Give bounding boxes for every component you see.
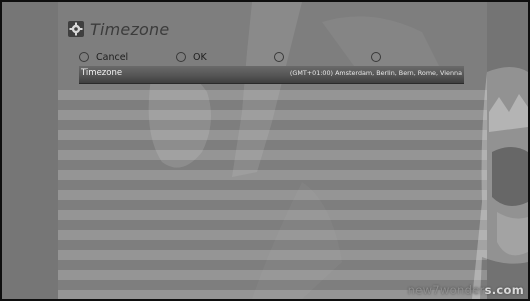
timezone-label: Timezone <box>81 68 123 78</box>
list-stripe <box>58 270 487 280</box>
circle-button-icon <box>176 52 186 62</box>
tv-screen: Timezone Cancel OK Timezone (GMT+01:00) … <box>2 2 528 299</box>
ok-button[interactable]: OK <box>176 50 207 64</box>
list-stripe <box>58 170 487 180</box>
timezone-value: (GMT+01:00) Amsterdam, Berlin, Bern, Rom… <box>289 69 462 77</box>
ok-label: OK <box>193 51 207 63</box>
list-stripe <box>58 110 487 120</box>
left-border <box>2 2 58 299</box>
menu-panel <box>58 2 487 299</box>
watermark-suffix: s.com <box>484 283 524 297</box>
right-border <box>487 2 528 299</box>
watermark-prefix: new7wonder <box>407 283 485 297</box>
page-title-bar: Timezone <box>68 18 169 40</box>
list-stripe <box>58 150 487 160</box>
list-stripe <box>58 210 487 220</box>
circle-button-icon <box>79 52 89 62</box>
circle-button-icon <box>371 52 381 62</box>
cancel-button[interactable]: Cancel <box>79 50 128 64</box>
timezone-setting-row[interactable]: Timezone (GMT+01:00) Amsterdam, Berlin, … <box>79 66 464 84</box>
list-stripe <box>58 250 487 260</box>
option-button-3[interactable] <box>274 50 291 64</box>
cancel-label: Cancel <box>96 51 129 63</box>
list-stripe <box>58 130 487 140</box>
page-title: Timezone <box>90 19 170 39</box>
circle-button-icon <box>274 52 284 62</box>
list-stripe <box>58 190 487 200</box>
option-button-4[interactable] <box>371 50 388 64</box>
watermark: new7wonders.com <box>408 283 524 297</box>
list-stripe <box>58 230 487 240</box>
gear-icon <box>68 21 84 37</box>
list-stripe <box>58 90 487 100</box>
